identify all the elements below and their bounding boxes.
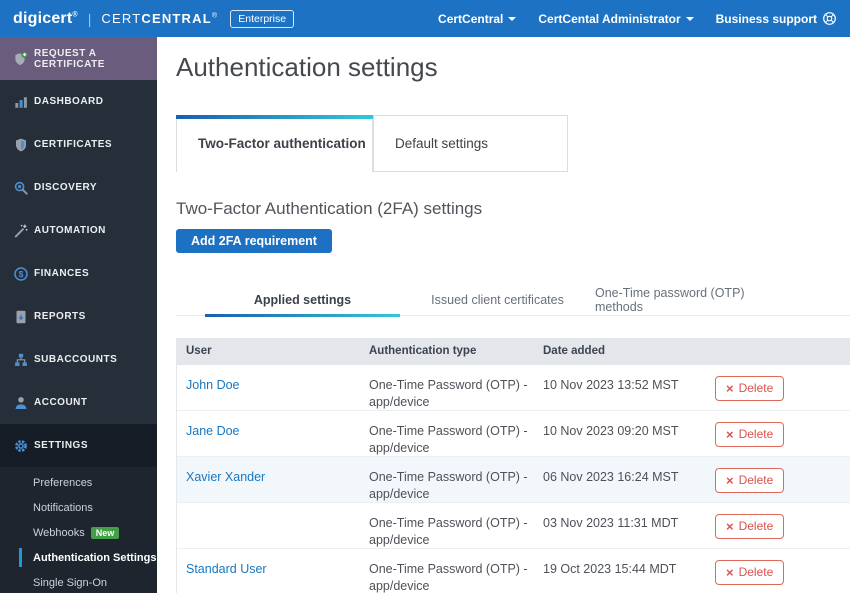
top-header-bar: digicert® | CERTCENTRAL® Enterprise Cert…	[0, 0, 850, 37]
submenu-item-single-sign-on[interactable]: Single Sign-On	[0, 570, 157, 593]
auth-type-cell: One-Time Password (OTP) -app/device	[369, 457, 543, 503]
sidebar-item-label: DASHBOARD	[34, 96, 104, 107]
tab-default-settings[interactable]: Default settings	[373, 115, 568, 172]
date-added-cell: 10 Nov 2023 09:20 MST	[543, 411, 715, 457]
delete-x-icon: ×	[726, 520, 734, 533]
sidebar-item-reports[interactable]: REPORTS	[0, 295, 157, 338]
sidebar-item-subaccounts[interactable]: SUBACCOUNTS	[0, 338, 157, 381]
date-added-cell: 06 Nov 2023 16:24 MST	[543, 457, 715, 503]
sidebar-item-automation[interactable]: AUTOMATION	[0, 209, 157, 252]
registered-mark: ®	[212, 13, 218, 20]
column-header-date-added: Date added	[543, 343, 715, 360]
sidebar-item-discovery[interactable]: DISCOVERY	[0, 166, 157, 209]
section-heading: Two-Factor Authentication (2FA) settings	[176, 199, 482, 219]
table-row: Jane Doe One-Time Password (OTP) -app/de…	[177, 411, 850, 457]
tab-two-factor-authentication[interactable]: Two-Factor authentication	[176, 115, 373, 172]
shield-plus-icon	[13, 51, 29, 67]
sidebar-item-label: AUTOMATION	[34, 225, 106, 236]
sidebar-item-label: REQUEST A CERTIFICATE	[34, 48, 157, 70]
chevron-down-icon	[686, 17, 694, 21]
chevron-down-icon	[508, 17, 516, 21]
sidebar-item-finances[interactable]: $ FINANCES	[0, 252, 157, 295]
auth-type-cell: One-Time Password (OTP) -app/device	[369, 549, 543, 593]
date-added-cell: 19 Oct 2023 15:44 MDT	[543, 549, 715, 593]
submenu-item-authentication-settings[interactable]: Authentication Settings	[0, 545, 157, 570]
auth-type-cell: One-Time Password (OTP) -app/device	[369, 503, 543, 549]
delete-x-icon: ×	[726, 428, 734, 441]
table-row: Standard User One-Time Password (OTP) -a…	[177, 549, 850, 593]
date-added-cell: 03 Nov 2023 11:31 MDT	[543, 503, 715, 549]
enterprise-badge: Enterprise	[230, 10, 294, 28]
page-title: Authentication settings	[176, 52, 438, 83]
sidebar-item-request-certificate[interactable]: REQUEST A CERTIFICATE	[0, 37, 157, 80]
table-row: Xavier Xander One-Time Password (OTP) -a…	[177, 457, 850, 503]
table-row: John Doe One-Time Password (OTP) -app/de…	[177, 365, 850, 411]
sidebar-item-settings[interactable]: SETTINGS	[0, 424, 157, 467]
delete-x-icon: ×	[726, 474, 734, 487]
sidebar-navigation: REQUEST A CERTIFICATE DASHBOARD CERTIFIC…	[0, 37, 157, 593]
sidebar-item-label: ACCOUNT	[34, 397, 88, 408]
user-link[interactable]: Xavier Xander	[186, 470, 265, 484]
user-link[interactable]: Standard User	[186, 562, 267, 576]
subtab-otp-methods[interactable]: One-Time password (OTP) methods	[595, 284, 790, 315]
table-row: One-Time Password (OTP) -app/device 03 N…	[177, 503, 850, 549]
settings-gear-icon	[13, 438, 29, 454]
delete-x-icon: ×	[726, 566, 734, 579]
delete-button[interactable]: × Delete	[715, 560, 784, 585]
sidebar-item-label: SETTINGS	[34, 440, 88, 451]
digicert-logo: digicert®	[13, 10, 78, 28]
certcentral-logo: CERTCENTRAL®	[101, 11, 218, 26]
account-user-icon	[13, 395, 29, 411]
submenu-item-webhooks[interactable]: Webhooks New	[0, 520, 157, 545]
sidebar-item-label: DISCOVERY	[34, 182, 97, 193]
sidebar-item-label: SUBACCOUNTS	[34, 354, 117, 365]
certificates-shield-icon	[13, 137, 29, 153]
new-badge: New	[91, 527, 120, 539]
delete-button[interactable]: × Delete	[715, 468, 784, 493]
sidebar-item-account[interactable]: ACCOUNT	[0, 381, 157, 424]
automation-wand-icon	[13, 223, 29, 239]
svg-text:$: $	[19, 269, 24, 279]
top-navigation: CertCentral CertCental Administrator Bus…	[438, 11, 837, 26]
subtab-spacer	[176, 284, 205, 315]
subtab-issued-client-certificates[interactable]: Issued client certificates	[400, 284, 595, 315]
applied-settings-table: User Authentication type Date added John…	[176, 338, 850, 593]
submenu-item-notifications[interactable]: Notifications	[0, 495, 157, 520]
sidebar-item-label: FINANCES	[34, 268, 89, 279]
column-header-user: User	[177, 343, 369, 360]
support-lifebuoy-icon	[822, 11, 837, 26]
subtab-applied-settings[interactable]: Applied settings	[205, 284, 400, 315]
registered-mark: ®	[72, 11, 77, 18]
dashboard-bars-icon	[13, 94, 29, 110]
settings-submenu: Preferences Notifications Webhooks New A…	[0, 467, 157, 593]
user-link[interactable]: John Doe	[186, 378, 240, 392]
administrator-menu[interactable]: CertCental Administrator	[538, 12, 693, 26]
column-header-authentication-type: Authentication type	[369, 343, 543, 360]
sidebar-item-dashboard[interactable]: DASHBOARD	[0, 80, 157, 123]
table-header-row: User Authentication type Date added	[177, 338, 850, 365]
certcentral-menu[interactable]: CertCentral	[438, 12, 516, 26]
auth-type-cell: One-Time Password (OTP) -app/device	[369, 365, 543, 411]
brand-logo: digicert® | CERTCENTRAL® Enterprise	[13, 10, 294, 28]
sidebar-item-label: CERTIFICATES	[34, 139, 112, 150]
delete-x-icon: ×	[726, 382, 734, 395]
business-support-link[interactable]: Business support	[716, 11, 837, 26]
finances-dollar-icon: $	[13, 266, 29, 282]
date-added-cell: 10 Nov 2023 13:52 MST	[543, 365, 715, 411]
sub-tabs: Applied settings Issued client certifica…	[176, 284, 850, 316]
logo-divider: |	[88, 11, 92, 27]
reports-document-icon	[13, 309, 29, 325]
delete-button[interactable]: × Delete	[715, 376, 784, 401]
main-tabs: Two-Factor authentication Default settin…	[176, 115, 568, 172]
delete-button[interactable]: × Delete	[715, 514, 784, 539]
delete-button[interactable]: × Delete	[715, 422, 784, 447]
submenu-item-preferences[interactable]: Preferences	[0, 470, 157, 495]
user-link[interactable]: Jane Doe	[186, 424, 240, 438]
sidebar-item-label: REPORTS	[34, 311, 86, 322]
add-2fa-requirement-button[interactable]: Add 2FA requirement	[176, 229, 332, 253]
sidebar-item-certificates[interactable]: CERTIFICATES	[0, 123, 157, 166]
discovery-search-icon	[13, 180, 29, 196]
subaccounts-hierarchy-icon	[13, 352, 29, 368]
auth-type-cell: One-Time Password (OTP) -app/device	[369, 411, 543, 457]
